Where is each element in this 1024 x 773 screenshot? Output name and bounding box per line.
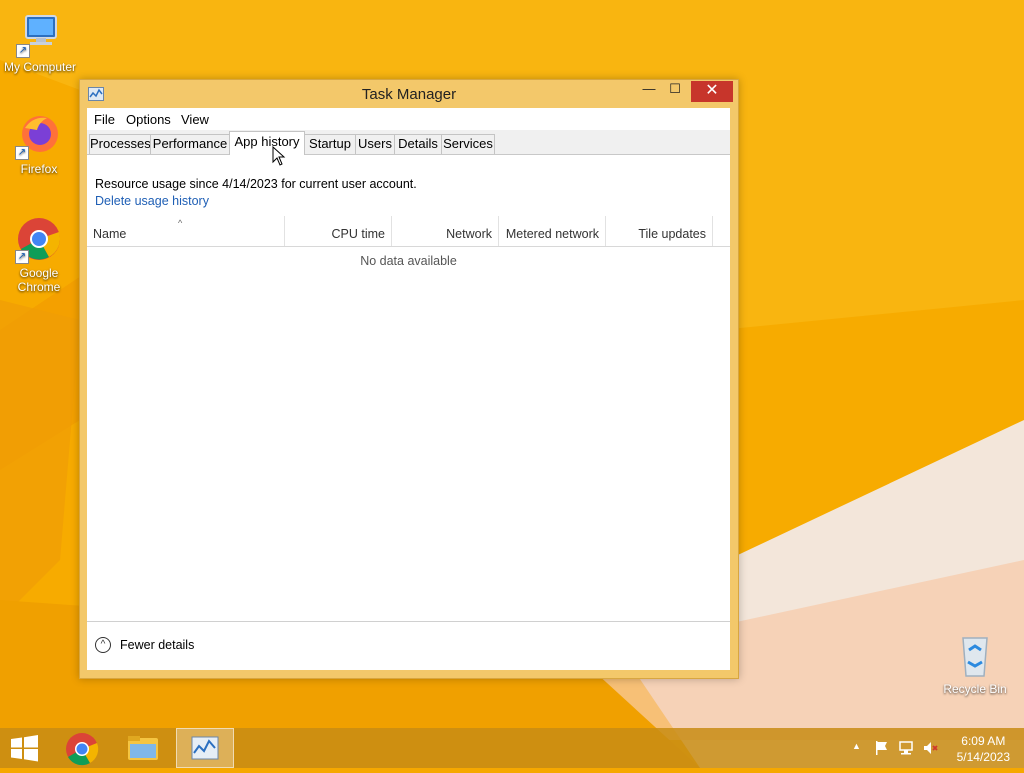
recycle-bin-icon [951, 632, 999, 680]
maximize-icon: ☐ [669, 81, 681, 96]
shortcut-arrow-icon: ↗ [16, 44, 30, 58]
footer-bar: ^ Fewer details [87, 621, 730, 670]
desktop-icon-google-chrome[interactable]: ↗ Google Chrome [0, 216, 79, 294]
tab-users[interactable]: Users [355, 134, 395, 154]
column-header-tile-updates[interactable]: Tile updates [606, 216, 712, 246]
shortcut-arrow-icon: ↗ [15, 146, 29, 160]
taskbar-file-explorer-button[interactable] [116, 728, 168, 768]
fewer-details-label: Fewer details [120, 638, 195, 652]
shortcut-arrow-icon: ↗ [15, 250, 29, 264]
chrome-icon [66, 733, 99, 766]
chevron-up-circle-icon: ^ [95, 637, 111, 653]
desktop-icon-my-computer[interactable]: ↗ My Computer [0, 10, 80, 74]
tab-details[interactable]: Details [394, 134, 442, 154]
mouse-pointer-icon [272, 145, 286, 171]
minimize-button[interactable]: — [636, 81, 662, 102]
column-header-name[interactable]: Name [87, 216, 284, 246]
column-separator[interactable] [712, 216, 713, 246]
column-header-metered-network[interactable]: Metered network [499, 216, 605, 246]
resource-usage-text: Resource usage since 4/14/2023 for curre… [95, 177, 417, 191]
window-client-area: File Options View Processes Performance … [87, 108, 730, 670]
chrome-icon: ↗ [15, 216, 63, 264]
taskbar-task-manager-button[interactable] [176, 728, 234, 768]
desktop-icon-label: Recycle Bin [943, 682, 1007, 696]
menu-bar: File Options View [87, 108, 730, 130]
menu-view[interactable]: View [181, 112, 209, 127]
start-button[interactable] [0, 728, 52, 768]
desktop-icon-firefox[interactable]: ↗ Firefox [0, 112, 79, 176]
close-icon: ✕ [705, 82, 719, 99]
tab-processes[interactable]: Processes [89, 134, 151, 154]
clock-date: 5/14/2023 [956, 750, 1010, 764]
show-hidden-icons-icon[interactable]: ▲ [852, 741, 861, 751]
taskbar: ▲ 6:09 AM 5/14/2023 [0, 728, 1024, 768]
volume-muted-icon[interactable] [922, 740, 938, 756]
delete-usage-history-link[interactable]: Delete usage history [95, 194, 209, 208]
computer-icon: ↗ [16, 10, 64, 58]
menu-file[interactable]: File [94, 112, 115, 127]
firefox-icon: ↗ [15, 112, 63, 160]
maximize-button[interactable]: ☐ [662, 81, 688, 102]
menu-options[interactable]: Options [126, 112, 171, 127]
tab-strip: Processes Performance App history Startu… [87, 130, 730, 155]
windows-logo-icon [11, 735, 38, 762]
column-header-row: ^ Name CPU time Network Metered network … [87, 216, 730, 247]
desktop-icon-label: My Computer [3, 60, 77, 74]
desktop-icon-label: Firefox [20, 162, 58, 176]
system-tray: ▲ [850, 728, 950, 768]
task-manager-icon [191, 736, 219, 760]
close-button[interactable]: ✕ [691, 81, 733, 102]
network-icon[interactable] [898, 740, 914, 756]
action-center-flag-icon[interactable] [874, 740, 890, 756]
title-bar[interactable]: Task Manager — ☐ ✕ [80, 80, 738, 108]
empty-state-text: No data available [360, 254, 457, 268]
column-header-cpu-time[interactable]: CPU time [285, 216, 391, 246]
clock[interactable]: 6:09 AM 5/14/2023 [957, 733, 1010, 765]
clock-time: 6:09 AM [961, 734, 1006, 748]
desktop-icon-recycle-bin[interactable]: Recycle Bin [935, 632, 1015, 696]
folder-icon [128, 736, 158, 760]
task-manager-window: Task Manager — ☐ ✕ File Options View Pro… [79, 79, 739, 679]
column-header-network[interactable]: Network [392, 216, 498, 246]
desktop-icon-label: Google Chrome [17, 266, 61, 294]
tab-startup[interactable]: Startup [304, 134, 356, 154]
taskbar-chrome-button[interactable] [56, 728, 108, 768]
tab-app-history[interactable]: App history [229, 131, 305, 155]
minimize-icon: — [642, 81, 656, 96]
tab-services[interactable]: Services [441, 134, 495, 154]
tab-performance[interactable]: Performance [150, 134, 230, 154]
